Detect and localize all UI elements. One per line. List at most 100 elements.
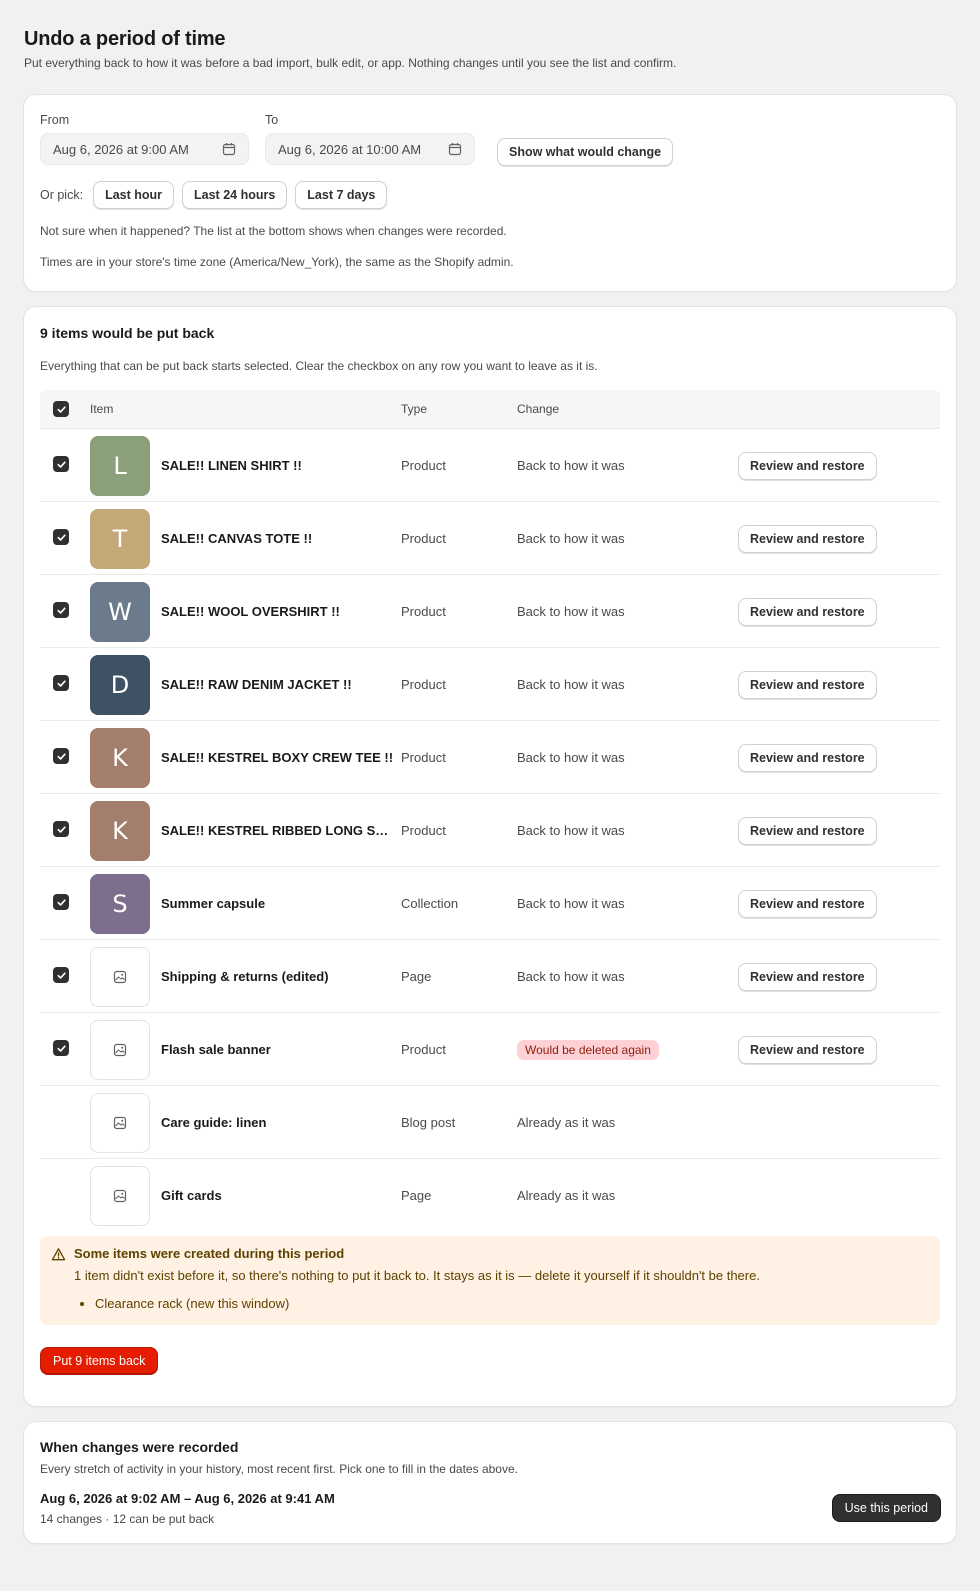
item-type: Page [401, 969, 432, 984]
row-checkbox[interactable] [53, 456, 69, 472]
calendar-icon[interactable] [222, 142, 236, 156]
thumbnail-initial: D [110, 671, 130, 699]
row-checkbox[interactable] [53, 675, 69, 691]
item-name: Flash sale banner [161, 1042, 271, 1057]
item-change: Back to how it was [517, 531, 625, 546]
review-and-restore-button[interactable]: Review and restore [738, 525, 877, 553]
table-row: Care guide: linen Blog post Already as it … [40, 1086, 940, 1159]
checkmark-icon [56, 679, 66, 687]
checkmark-icon [56, 971, 66, 979]
row-checkbox[interactable] [53, 821, 69, 837]
select-all-checkbox[interactable] [53, 401, 69, 417]
image-placeholder-icon [113, 1116, 127, 1130]
warning-list-item: Clearance rack (new this window) [74, 1296, 289, 1311]
row-checkbox[interactable] [53, 894, 69, 910]
warning-title: Some items were created during this peri… [74, 1246, 345, 1261]
item-change: Back to how it was [517, 750, 625, 765]
results-title: 9 items would be put back [40, 325, 215, 341]
review-and-restore-button[interactable]: Review and restore [738, 598, 877, 626]
item-change: Back to how it was [517, 458, 625, 473]
history-card: When changes were recorded Every stretch… [24, 1422, 956, 1543]
last-hour-button[interactable]: Last hour [93, 181, 175, 209]
item-type: Page [401, 1188, 432, 1203]
item-thumbnail: W [90, 582, 150, 642]
from-date-value: Aug 6, 2026 at 9:00 AM [53, 141, 189, 157]
help-note: Not sure when it happened? The list at t… [40, 224, 507, 238]
checkmark-icon [56, 405, 66, 413]
item-thumbnail: S [90, 874, 150, 934]
table-row: Gift cards Page Already as it was [40, 1159, 940, 1232]
thumbnail-initial: T [112, 525, 128, 553]
item-type: Product [401, 604, 446, 619]
column-type: Type [401, 402, 428, 416]
checkmark-icon [56, 460, 66, 468]
item-change: Back to how it was [517, 823, 625, 838]
row-checkbox[interactable] [53, 748, 69, 764]
bullet [80, 1301, 84, 1306]
item-type: Product [401, 531, 446, 546]
review-and-restore-button[interactable]: Review and restore [738, 744, 877, 772]
history-range: Aug 6, 2026 at 9:02 AM – Aug 6, 2026 at … [40, 1491, 335, 1506]
table-row: Shipping & returns (edited) Page Back to h… [40, 940, 940, 1013]
table-row: Flash sale banner Product Would be deleted… [40, 1013, 940, 1086]
calendar-icon[interactable] [448, 142, 462, 156]
item-name: SALE!! RAW DENIM JACKET !! [161, 677, 352, 692]
item-thumbnail: L [90, 436, 150, 496]
from-label: From [40, 113, 70, 127]
item-name: Gift cards [161, 1188, 222, 1203]
item-change: Back to how it was [517, 969, 625, 984]
item-name: SALE!! WOOL OVERSHIRT !! [161, 604, 340, 619]
thumbnail-initial: K [112, 817, 128, 845]
item-thumbnail: K [90, 728, 150, 788]
show-changes-button[interactable]: Show what would change [497, 138, 674, 166]
created-item-name: Clearance rack (new this window) [95, 1296, 290, 1311]
last-7-days-button[interactable]: Last 7 days [295, 181, 388, 209]
from-date-input[interactable]: Aug 6, 2026 at 9:00 AM [40, 133, 249, 165]
review-and-restore-button[interactable]: Review and restore [738, 1036, 877, 1064]
last-24-hours-button[interactable]: Last 24 hours [182, 181, 288, 209]
table-row: K SALE!! KESTREL RIBBED LONG SL… Product Ba… [40, 794, 940, 867]
image-placeholder-icon [113, 1043, 127, 1057]
item-name: Summer capsule [161, 896, 266, 911]
table-body: L SALE!! LINEN SHIRT !! Product Back to how… [40, 429, 940, 1232]
row-checkbox[interactable] [53, 967, 69, 983]
item-type: Product [401, 750, 446, 765]
quick-pick-label: Or pick: [40, 188, 84, 202]
items-table: Item Type Change L SALE!! LINEN SHIRT !! P… [40, 390, 940, 1232]
review-and-restore-button[interactable]: Review and restore [738, 817, 877, 845]
results-subtitle: Everything that can be put back starts s… [40, 359, 598, 373]
table-row: K SALE!! KESTREL BOXY CREW TEE !! Product B… [40, 721, 940, 794]
thumbnail-initial: L [113, 452, 127, 480]
item-thumbnail: D [90, 655, 150, 715]
row-checkbox[interactable] [53, 602, 69, 618]
column-item: Item [90, 402, 114, 416]
table-row: T SALE!! CANVAS TOTE !! Product Back to how… [40, 502, 940, 575]
put-items-back-button[interactable]: Put 9 items back [40, 1347, 159, 1375]
review-and-restore-button[interactable]: Review and restore [738, 452, 877, 480]
review-and-restore-button[interactable]: Review and restore [738, 671, 877, 699]
item-thumbnail [90, 1166, 150, 1226]
timezone-note: Times are in your store's time zone (Ame… [40, 255, 514, 269]
item-change: Already as it was [517, 1115, 616, 1130]
row-checkbox[interactable] [53, 1040, 69, 1056]
page-subtitle: Put everything back to how it was before… [24, 56, 677, 70]
use-this-period-button[interactable]: Use this period [831, 1494, 941, 1522]
item-change: Back to how it was [517, 677, 625, 692]
image-placeholder-icon [113, 970, 127, 984]
page: Undo a period of time Put everything bac… [0, 0, 980, 1591]
item-change: Already as it was [517, 1188, 616, 1203]
date-range-card: From Aug 6, 2026 at 9:00 AM To Aug 6, 20… [24, 95, 956, 291]
created-items-warning: Some items were created during this peri… [40, 1236, 940, 1325]
item-thumbnail: K [90, 801, 150, 861]
review-and-restore-button[interactable]: Review and restore [738, 890, 877, 918]
warning-body: 1 item didn't exist before it, so there'… [74, 1268, 760, 1283]
review-and-restore-button[interactable]: Review and restore [738, 963, 877, 991]
thumbnail-initial: K [112, 744, 128, 772]
item-thumbnail [90, 1020, 150, 1080]
to-date-input[interactable]: Aug 6, 2026 at 10:00 AM [265, 133, 475, 165]
item-type: Blog post [401, 1115, 456, 1130]
row-checkbox[interactable] [53, 529, 69, 545]
results-card: 9 items would be put back Everything tha… [24, 307, 956, 1406]
checkmark-icon [56, 825, 66, 833]
item-type: Product [401, 458, 446, 473]
